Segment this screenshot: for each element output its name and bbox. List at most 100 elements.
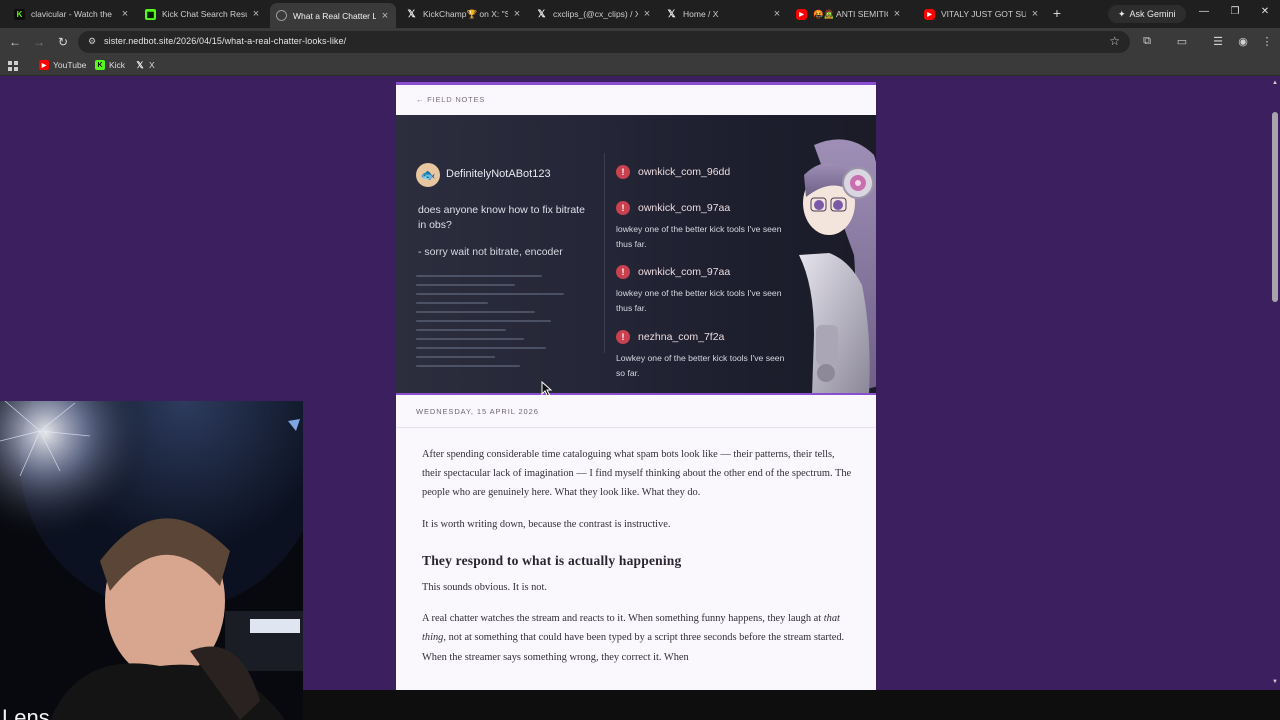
minimize-icon[interactable]: — [1197, 6, 1211, 17]
bookmarks-bar: ▶ YouTube K Kick 𝕏 X [0, 56, 1280, 76]
kick-icon: K [14, 8, 25, 20]
tab-title: clavicular - Watch the [31, 9, 112, 19]
hero-image: 🐟 DefinitelyNotABot123 does anyone know … [396, 115, 876, 395]
mouse-cursor-icon [541, 381, 553, 397]
x-logo-icon: 𝕏 [537, 8, 546, 20]
tab-title: 🤬🧟 ANTI SEMITIC K [813, 8, 888, 19]
x-logo-icon: 𝕏 [136, 59, 144, 70]
content-divider [396, 427, 876, 428]
x-logo-icon: 𝕏 [407, 8, 416, 20]
section-heading: They respond to what is actually happeni… [422, 552, 682, 568]
browser-toolbar: ← → ↻ ⚙ sister.nedbot.site/2026/04/15/wh… [0, 28, 1280, 56]
fish-avatar-icon: 🐟 [416, 163, 440, 187]
new-tab-button[interactable]: + [1049, 5, 1065, 21]
tab-strip: K clavicular - Watch the × ▦ Kick Chat S… [0, 0, 1280, 28]
close-icon[interactable]: × [1030, 8, 1040, 20]
close-icon[interactable]: × [772, 8, 782, 20]
warning-icon: ! [616, 201, 630, 215]
kick-icon: K [95, 60, 105, 70]
address-bar[interactable]: ⚙ sister.nedbot.site/2026/04/15/what-a-r… [78, 31, 1130, 53]
close-icon[interactable]: × [251, 8, 261, 20]
spam-username: ownkick_com_97aa [638, 266, 731, 278]
tab-6[interactable]: 𝕏 Home / X × [660, 3, 788, 25]
scroll-down-icon[interactable]: ▼ [1271, 679, 1279, 685]
close-icon[interactable]: × [120, 8, 130, 20]
anime-robot-illustration [799, 139, 876, 393]
article-card: ← FIELD NOTES 🐟 DefinitelyNotABot123 doe… [396, 82, 876, 690]
tab-title: KickChamp🏆 on X: "S [423, 8, 508, 19]
tab-3-active[interactable]: What a Real Chatter Lo × [270, 3, 396, 28]
scroll-up-icon[interactable]: ▲ [1271, 80, 1279, 86]
site-info-icon[interactable]: ⚙ [88, 36, 96, 47]
tab-title: What a Real Chatter Lo [293, 10, 376, 21]
youtube-icon: ▶ [924, 8, 935, 20]
bookmark-youtube[interactable]: ▶ YouTube [39, 60, 86, 70]
youtube-icon: ▶ [39, 60, 49, 70]
profile-icon[interactable]: ◉ [1236, 35, 1250, 48]
forward-arrow-icon[interactable]: → [31, 34, 47, 50]
bookmark-kick[interactable]: K Kick [95, 60, 125, 70]
tab-4[interactable]: 𝕏 KickChamp🏆 on X: "S × [400, 3, 528, 25]
tab-search-icon[interactable]: ▭ [1175, 35, 1189, 48]
chatter-followup: - sorry wait not bitrate, encoder [418, 246, 563, 258]
close-icon[interactable]: × [512, 8, 522, 20]
post-date: WEDNESDAY, 15 APRIL 2026 [416, 407, 539, 416]
spam-username: ownkick_com_97aa [638, 202, 731, 214]
youtube-icon: ▶ [796, 8, 807, 20]
ask-gemini-label: Ask Gemini [1129, 9, 1176, 19]
chatter-message: does anyone know how to fix bitrate in o… [418, 204, 585, 231]
menu-dots-icon[interactable]: ⋮ [1260, 35, 1274, 48]
overlay-caption: Lens [2, 705, 50, 720]
code-background-decoration [416, 275, 596, 385]
url-text[interactable]: sister.nedbot.site/2026/04/15/what-a-rea… [104, 36, 346, 46]
spam-text: lowkey one of the better kick tools I've… [616, 288, 782, 313]
tab-5[interactable]: 𝕏 cxclips_(@cx_clips) / X × [530, 3, 658, 25]
tab-2[interactable]: ▦ Kick Chat Search Results × [139, 3, 267, 25]
tab-title: cxclips_(@cx_clips) / X [553, 9, 638, 19]
back-to-field-notes-link[interactable]: ← FIELD NOTES [416, 95, 485, 104]
paragraph: It is worth writing down, because the co… [422, 518, 671, 530]
paragraph-text: , not at something that could have been … [422, 632, 845, 663]
bookmark-x[interactable]: 𝕏 X [135, 59, 154, 71]
ask-gemini-button[interactable]: ✦ Ask Gemini [1108, 5, 1186, 23]
x-logo-icon: 𝕏 [667, 8, 676, 20]
globe-icon [276, 10, 287, 21]
chatter-username: DefinitelyNotABot123 [446, 168, 551, 180]
hero-divider [604, 153, 605, 353]
tab-1[interactable]: K clavicular - Watch the × [8, 3, 136, 25]
reading-list-icon[interactable]: ☰ [1211, 35, 1225, 48]
scrollbar-thumb[interactable] [1272, 112, 1278, 302]
back-arrow-icon[interactable]: ← [7, 34, 23, 50]
close-window-icon[interactable]: ✕ [1258, 6, 1272, 17]
paragraph: After spending considerable time catalog… [422, 449, 852, 499]
paragraph-text: A real chatter watches the stream and re… [422, 613, 824, 625]
spam-username: ownkick_com_96dd [638, 166, 731, 178]
bookmark-label: YouTube [53, 60, 87, 70]
warning-icon: ! [616, 330, 630, 344]
tab-title: Home / X [683, 9, 719, 19]
tab-title: VITALY JUST GOT SUED [941, 9, 1026, 19]
paragraph: A real chatter watches the stream and re… [422, 609, 854, 667]
close-icon[interactable]: × [892, 8, 902, 20]
spam-text: lowkey one of the better kick tools I've… [616, 224, 782, 249]
restore-icon[interactable]: ❐ [1228, 6, 1242, 17]
kick-icon: ▦ [145, 8, 156, 20]
paragraph: This sounds obvious. It is not. [422, 582, 547, 594]
webcam-feed-image [0, 401, 303, 720]
close-icon[interactable]: × [642, 8, 652, 20]
bookmark-label: Kick [109, 60, 126, 70]
bookmark-star-icon[interactable]: ☆ [1109, 34, 1120, 48]
webcam-overlay [0, 401, 303, 720]
close-icon[interactable]: × [380, 10, 390, 22]
reload-icon[interactable]: ↻ [55, 34, 71, 50]
tab-8[interactable]: ▶ VITALY JUST GOT SUED × [918, 3, 1046, 25]
spam-text: Lowkey one of the better kick tools I've… [616, 353, 785, 378]
extensions-icon[interactable]: ⧉ [1140, 35, 1154, 48]
article-body: After spending considerable time catalog… [422, 445, 854, 679]
page-scrollbar[interactable]: ▲ ▼ [1270, 77, 1280, 690]
apps-grid-icon[interactable] [8, 61, 18, 71]
gemini-icon: ✦ [1118, 8, 1126, 19]
warning-icon: ! [616, 165, 630, 179]
tab-7[interactable]: ▶ 🤬🧟 ANTI SEMITIC K × [790, 3, 908, 25]
warning-icon: ! [616, 265, 630, 279]
